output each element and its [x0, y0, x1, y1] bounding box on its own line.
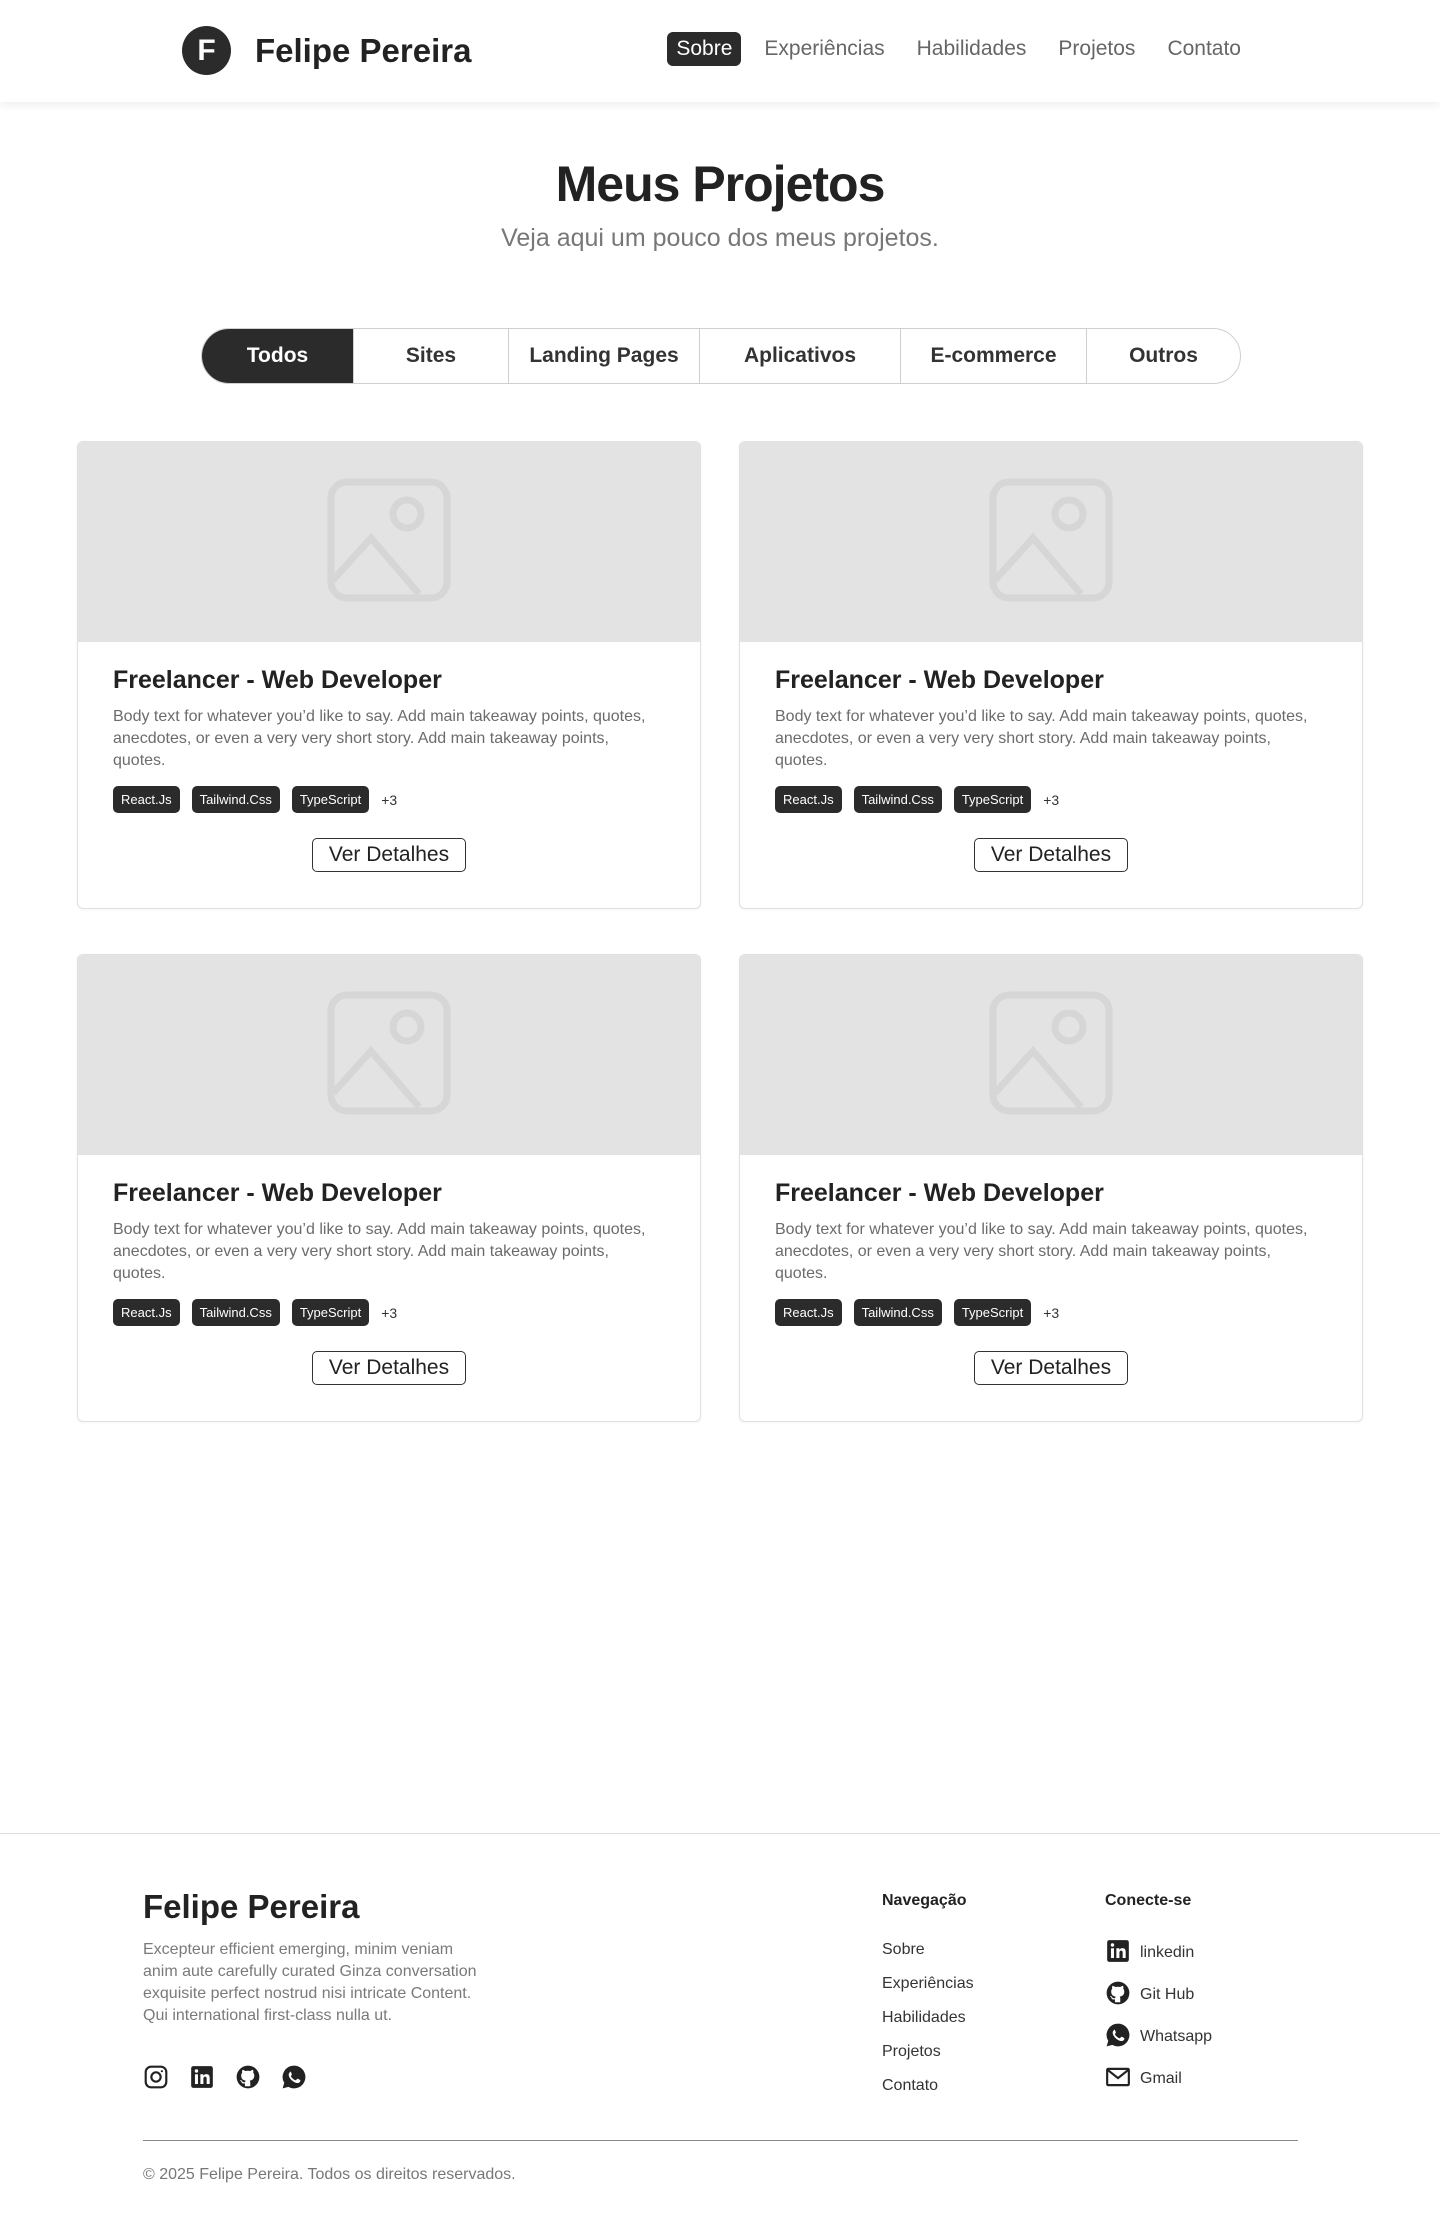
- footer-brand: Felipe Pereira: [143, 1888, 360, 1925]
- nav-link-habilidades[interactable]: Habilidades: [908, 32, 1036, 66]
- main-nav: Sobre Experiências Habilidades Projetos …: [667, 32, 1250, 66]
- nav-link-projetos[interactable]: Projetos: [1049, 32, 1144, 66]
- tag: TypeScript: [953, 786, 1032, 813]
- github-icon: [1105, 1980, 1131, 2011]
- footer-link-experiencias[interactable]: Experiências: [882, 1974, 974, 1994]
- image-placeholder-icon: [325, 476, 453, 609]
- logo-name: Felipe Pereira: [255, 31, 472, 69]
- tag: Tailwind.Css: [191, 1299, 280, 1326]
- footer-link-projetos[interactable]: Projetos: [882, 2042, 974, 2062]
- whatsapp-icon[interactable]: [281, 2064, 307, 2090]
- connect-link-linkedin[interactable]: linkedin: [1105, 1938, 1212, 1969]
- filter-tab-todos[interactable]: Todos: [202, 329, 354, 383]
- footer-divider: [0, 1833, 1440, 1834]
- tag: Tailwind.Css: [853, 1299, 942, 1326]
- tag-more-count: +3: [1043, 791, 1060, 808]
- details-button[interactable]: Ver Detalhes: [311, 838, 467, 872]
- whatsapp-icon: [1105, 2022, 1131, 2053]
- project-image: [78, 442, 700, 642]
- filter-tab-ecommerce[interactable]: E-commerce: [901, 329, 1087, 383]
- project-title: Freelancer - Web Developer: [113, 1179, 442, 1207]
- connect-label: linkedin: [1140, 1944, 1195, 1961]
- filter-tab-outros[interactable]: Outros: [1087, 329, 1240, 383]
- connect-label: Git Hub: [1140, 1986, 1195, 2003]
- project-card: Freelancer - Web Developer Body text for…: [77, 954, 701, 1422]
- connect-link-github[interactable]: Git Hub: [1105, 1980, 1212, 2011]
- footer-nav-title: Navegação: [882, 1892, 967, 1909]
- linkedin-icon: [1105, 1938, 1131, 1969]
- footer-link-sobre[interactable]: Sobre: [882, 1940, 974, 1960]
- page-subtitle: Veja aqui um pouco dos meus projetos.: [501, 224, 939, 252]
- tag-more-count: +3: [1043, 1304, 1060, 1321]
- project-description: Body text for whatever you’d like to say…: [775, 708, 1308, 769]
- tag-more-count: +3: [381, 791, 398, 808]
- project-tags: React.Js Tailwind.Css TypeScript +3: [113, 786, 665, 813]
- nav-link-sobre[interactable]: Sobre: [667, 32, 742, 66]
- details-button[interactable]: Ver Detalhes: [973, 1351, 1129, 1385]
- image-placeholder-icon: [987, 989, 1115, 1122]
- details-button[interactable]: Ver Detalhes: [311, 1351, 467, 1385]
- project-title: Freelancer - Web Developer: [775, 1179, 1104, 1207]
- instagram-icon[interactable]: [143, 2064, 169, 2090]
- project-filter-tabs: Todos Sites Landing Pages Aplicativos E-…: [201, 328, 1241, 384]
- project-tags: React.Js Tailwind.Css TypeScript +3: [775, 1299, 1327, 1326]
- footer-link-contato[interactable]: Contato: [882, 2076, 974, 2096]
- tag: React.Js: [775, 786, 842, 813]
- footer-nav: Sobre Experiências Habilidades Projetos …: [882, 1940, 974, 2096]
- site-header: F Felipe Pereira Sobre Experiências Habi…: [0, 0, 1440, 102]
- connect-link-gmail[interactable]: Gmail: [1105, 2066, 1212, 2092]
- footer-bottom-divider: [143, 2140, 1298, 2141]
- filter-tab-aplicativos[interactable]: Aplicativos: [700, 329, 901, 383]
- tag: TypeScript: [291, 1299, 370, 1326]
- image-placeholder-icon: [325, 989, 453, 1122]
- filter-tab-landing-pages[interactable]: Landing Pages: [509, 329, 700, 383]
- project-title: Freelancer - Web Developer: [775, 666, 1104, 694]
- connect-label: Whatsapp: [1140, 2028, 1213, 2045]
- tag-more-count: +3: [381, 1304, 398, 1321]
- footer-connect-title: Conecte-se: [1105, 1892, 1192, 1909]
- connect-label: Gmail: [1140, 2070, 1182, 2087]
- tag: React.Js: [113, 1299, 180, 1326]
- logo[interactable]: F Felipe Pereira: [182, 26, 471, 75]
- linkedin-icon[interactable]: [189, 2064, 215, 2090]
- footer-description: Excepteur efficient emerging, minim veni…: [143, 1941, 477, 2024]
- image-placeholder-icon: [987, 476, 1115, 609]
- tag: Tailwind.Css: [191, 786, 280, 813]
- project-card: Freelancer - Web Developer Body text for…: [739, 954, 1363, 1422]
- details-button[interactable]: Ver Detalhes: [973, 838, 1129, 872]
- tag: TypeScript: [291, 786, 370, 813]
- filter-tab-sites[interactable]: Sites: [354, 329, 509, 383]
- mail-icon: [1105, 2064, 1131, 2095]
- nav-link-contato[interactable]: Contato: [1158, 32, 1250, 66]
- project-tags: React.Js Tailwind.Css TypeScript +3: [113, 1299, 665, 1326]
- connect-link-whatsapp[interactable]: Whatsapp: [1105, 2022, 1213, 2053]
- project-card: Freelancer - Web Developer Body text for…: [739, 441, 1363, 909]
- logo-badge: F: [182, 26, 231, 75]
- footer-social-icons: [143, 2064, 307, 2090]
- github-icon[interactable]: [235, 2064, 261, 2090]
- project-description: Body text for whatever you’d like to say…: [113, 708, 646, 769]
- project-title: Freelancer - Web Developer: [113, 666, 442, 694]
- footer-connect: linkedin Git Hub Whatsapp Gmail: [1105, 1938, 1213, 2092]
- copyright: © 2025 Felipe Pereira. Todos os direitos…: [143, 2166, 516, 2183]
- project-card: Freelancer - Web Developer Body text for…: [77, 441, 701, 909]
- nav-link-experiencias[interactable]: Experiências: [755, 32, 893, 66]
- project-description: Body text for whatever you’d like to say…: [113, 1221, 646, 1282]
- footer-link-habilidades[interactable]: Habilidades: [882, 2008, 974, 2028]
- project-description: Body text for whatever you’d like to say…: [775, 1221, 1308, 1282]
- page-title: Meus Projetos: [555, 156, 886, 212]
- project-image: [740, 955, 1362, 1155]
- tag: Tailwind.Css: [853, 786, 942, 813]
- project-image: [78, 955, 700, 1155]
- project-tags: React.Js Tailwind.Css TypeScript +3: [775, 786, 1327, 813]
- tag: TypeScript: [953, 1299, 1032, 1326]
- tag: React.Js: [775, 1299, 842, 1326]
- project-image: [740, 442, 1362, 642]
- tag: React.Js: [113, 786, 180, 813]
